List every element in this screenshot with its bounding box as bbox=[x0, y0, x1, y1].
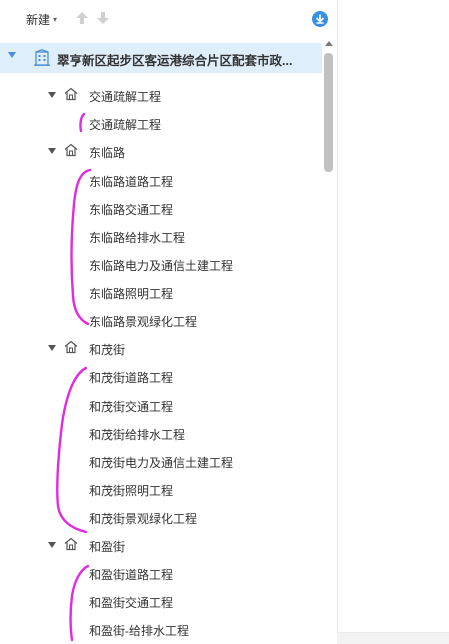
expand-toggle-icon[interactable] bbox=[48, 92, 56, 98]
tree-leaf-node[interactable]: 和茂街景观绿化工程 bbox=[0, 506, 322, 528]
tree-leaf-label: 东临路交通工程 bbox=[89, 203, 174, 217]
tree-leaf-node[interactable]: 和盈街-给排水工程 bbox=[0, 618, 322, 640]
tree-group-label: 东临路 bbox=[89, 146, 126, 160]
tree-leaf-node[interactable]: 东临路交通工程 bbox=[0, 197, 322, 219]
tree-leaf-label: 和茂街照明工程 bbox=[89, 484, 174, 498]
tree-leaf-label: 东临路道路工程 bbox=[89, 175, 174, 189]
download-circle-icon bbox=[316, 14, 324, 24]
expand-toggle-icon[interactable] bbox=[48, 345, 56, 351]
home-icon bbox=[64, 143, 78, 157]
tree-root-label: 翠亨新区起步区客运港综合片区配套市政... bbox=[57, 54, 293, 68]
tree-leaf-label: 和盈街道路工程 bbox=[89, 568, 174, 582]
home-icon bbox=[64, 87, 78, 101]
tree-leaf-node[interactable]: 东临路景观绿化工程 bbox=[0, 309, 322, 331]
tree-group-node[interactable]: 东临路 bbox=[0, 140, 322, 162]
building-icon bbox=[34, 49, 50, 66]
tree-leaf-label: 和茂街交通工程 bbox=[89, 400, 174, 414]
tree-leaf-label: 和盈街-给排水工程 bbox=[89, 624, 189, 638]
tree-group-label: 交通疏解工程 bbox=[89, 90, 162, 104]
tree-group-node[interactable]: 和茂街 bbox=[0, 337, 322, 359]
move-up-button[interactable] bbox=[75, 10, 89, 26]
project-tree-panel: 新建 ▾ 翠亨新区起步区客运港综合片区配套市政... 交通疏解工程 交通疏解工程… bbox=[0, 0, 338, 643]
tree-leaf-node[interactable]: 和茂街给排水工程 bbox=[0, 422, 322, 444]
tree-root-node[interactable]: 翠亨新区起步区客运港综合片区配套市政... bbox=[0, 43, 322, 73]
tree-leaf-label: 东临路给排水工程 bbox=[89, 231, 186, 245]
expand-toggle-icon[interactable] bbox=[48, 542, 56, 548]
tree-group-label: 和茂街 bbox=[89, 343, 126, 357]
tree-leaf-label: 和盈街交通工程 bbox=[89, 596, 174, 610]
scrollbar-thumb[interactable] bbox=[324, 53, 333, 172]
tree-group-node[interactable]: 和盈街 bbox=[0, 534, 322, 556]
new-button-label: 新建 bbox=[26, 13, 51, 27]
download-button[interactable] bbox=[312, 11, 328, 27]
expand-toggle-icon[interactable] bbox=[8, 52, 16, 58]
arrow-down-icon bbox=[97, 12, 109, 24]
expand-toggle-icon[interactable] bbox=[48, 148, 56, 154]
tree-leaf-label: 和茂街给排水工程 bbox=[89, 428, 186, 442]
tree-group-node[interactable]: 交通疏解工程 bbox=[0, 84, 322, 106]
tree-leaf-node[interactable]: 和茂街交通工程 bbox=[0, 394, 322, 416]
home-icon bbox=[64, 537, 78, 551]
tree-group-label: 和盈街 bbox=[89, 540, 126, 554]
tree-leaf-node[interactable]: 东临路照明工程 bbox=[0, 281, 322, 303]
tree-leaf-node[interactable]: 和盈街道路工程 bbox=[0, 562, 322, 584]
new-dropdown-button[interactable]: 新建 ▾ bbox=[26, 11, 57, 28]
window-bottom-edge bbox=[337, 632, 449, 644]
move-down-button[interactable] bbox=[96, 10, 110, 26]
tree-leaf-node[interactable]: 和茂街道路工程 bbox=[0, 365, 322, 387]
home-icon bbox=[64, 340, 78, 354]
tree-leaf-node[interactable]: 和盈街交通工程 bbox=[0, 590, 322, 612]
tree-leaf-node[interactable]: 东临路给排水工程 bbox=[0, 225, 322, 247]
tree-leaf-label: 东临路照明工程 bbox=[89, 287, 174, 301]
tree-leaf-label: 东临路电力及通信土建工程 bbox=[89, 259, 234, 273]
tree-toolbar: 新建 ▾ bbox=[0, 0, 337, 38]
tree-leaf-node[interactable]: 东临路道路工程 bbox=[0, 169, 322, 191]
tree-leaf-node[interactable]: 和茂街电力及通信土建工程 bbox=[0, 450, 322, 472]
tree-leaf-label: 和茂街道路工程 bbox=[89, 371, 174, 385]
scroll-up-arrow-icon[interactable] bbox=[325, 41, 333, 46]
tree-leaf-label: 交通疏解工程 bbox=[89, 118, 162, 132]
tree-leaf-node[interactable]: 和茂街照明工程 bbox=[0, 478, 322, 500]
tree-leaf-node[interactable]: 东临路电力及通信土建工程 bbox=[0, 253, 322, 275]
tree-leaf-node[interactable]: 交通疏解工程 bbox=[0, 112, 322, 134]
tree-leaf-label: 和茂街景观绿化工程 bbox=[89, 512, 198, 526]
arrow-up-icon bbox=[76, 12, 88, 24]
chevron-down-icon: ▾ bbox=[53, 15, 58, 24]
tree-leaf-label: 东临路景观绿化工程 bbox=[89, 315, 198, 329]
tree-leaf-label: 和茂街电力及通信土建工程 bbox=[89, 456, 234, 470]
